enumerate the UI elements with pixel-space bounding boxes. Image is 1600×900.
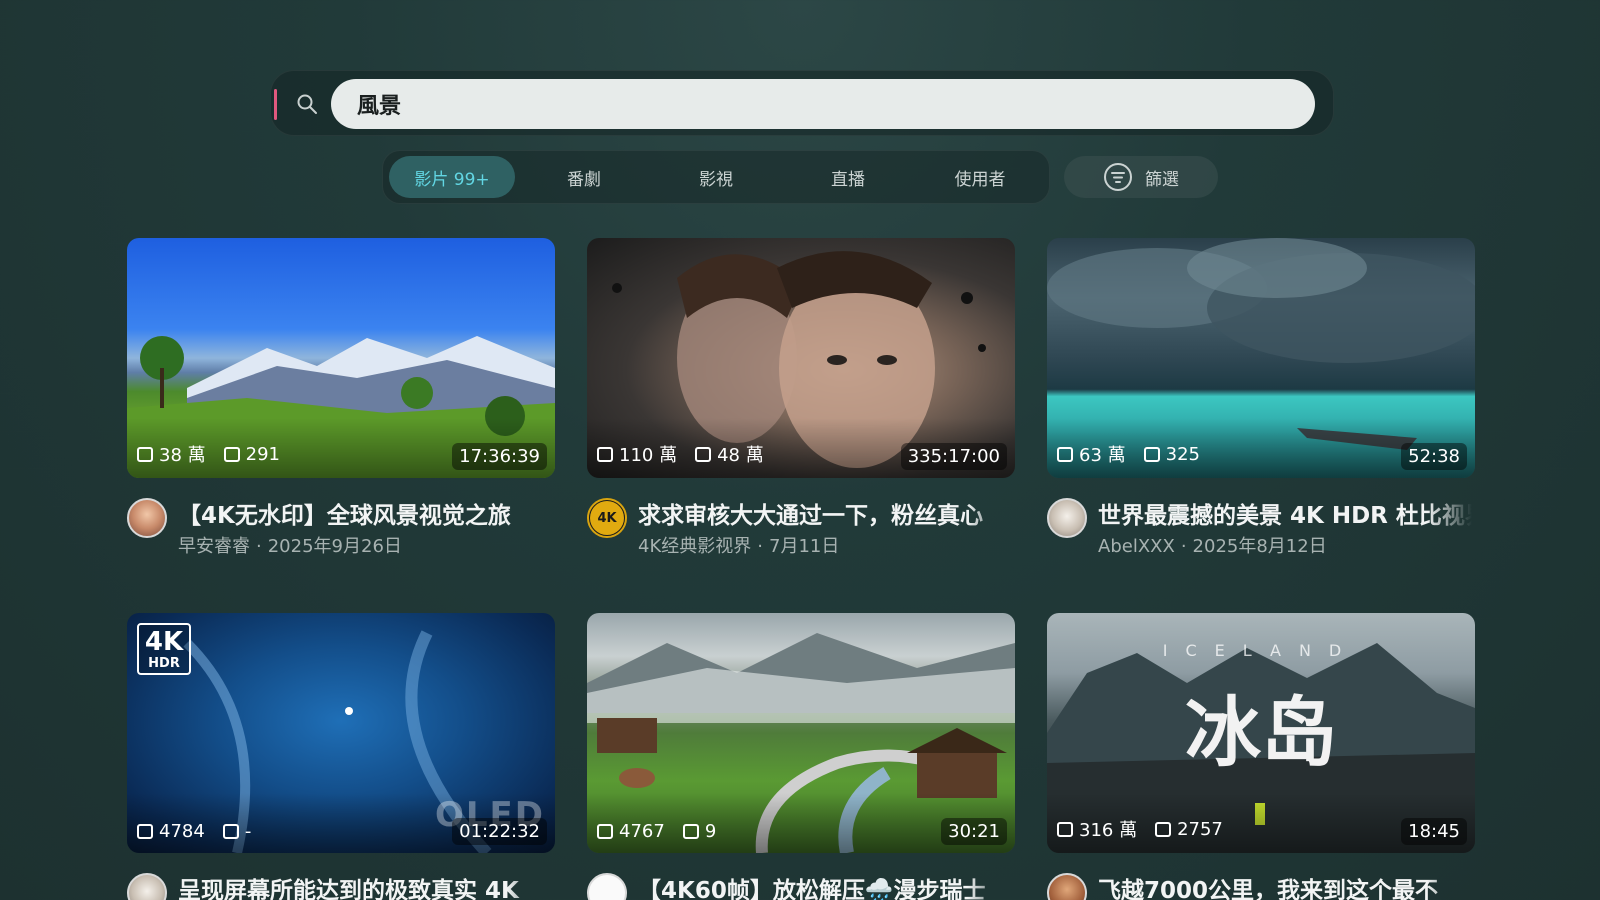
danmaku-count-icon: [223, 446, 240, 462]
danmaku-count-icon: [1155, 821, 1172, 837]
play-count-icon: [137, 446, 153, 462]
filter-label: 篩選: [1145, 169, 1179, 190]
play-count-icon: [1057, 821, 1073, 837]
search-input[interactable]: [331, 79, 1315, 129]
badge-hdr: HDR: [148, 656, 180, 671]
video-thumbnail[interactable]: 4767 9 30:21: [587, 613, 1015, 853]
danmaku-count-icon: [1143, 446, 1160, 462]
tab-movies-tv[interactable]: 影視: [653, 156, 779, 198]
separator-dot: ·: [1180, 536, 1187, 557]
video-stats: 316 萬 2757: [1057, 816, 1223, 842]
view-count: 110 萬: [619, 445, 678, 466]
video-card[interactable]: 110 萬 48 萬 335:17:00 4K 求求审核大大通过一下，粉丝真心 …: [587, 238, 1015, 558]
video-title[interactable]: 求求审核大大通过一下，粉丝真心: [638, 496, 1012, 530]
danmaku-count-icon: [695, 446, 712, 462]
video-thumbnail[interactable]: 110 萬 48 萬 335:17:00: [587, 238, 1015, 478]
uploader-avatar[interactable]: [127, 873, 167, 900]
view-count: 4784: [159, 821, 205, 842]
video-duration: 335:17:00: [900, 443, 1007, 470]
video-card[interactable]: 38 萬 291 17:36:39 【4K无水印】全球风景视觉之旅 早安睿睿 · 2…: [127, 238, 555, 558]
channel-logo-icon: 4K: [590, 501, 624, 535]
video-meta: 世界最震撼的美景 4K HDR 杜比视界 AbelXXX · 2025年8月12日: [1047, 478, 1475, 558]
video-title[interactable]: 呈现屏幕所能达到的极致真实 4K: [178, 871, 552, 900]
comment-count: 291: [245, 443, 280, 465]
video-meta: 4K 求求审核大大通过一下，粉丝真心 4K经典影视界 · 7月11日: [587, 478, 1015, 558]
video-stats: 63 萬 325: [1057, 441, 1200, 467]
separator-dot: ·: [757, 536, 763, 557]
overlay-title: 冰岛: [1185, 688, 1337, 777]
play-count-icon: [1057, 446, 1073, 462]
filter-button[interactable]: 篩選: [1064, 156, 1218, 198]
comment-count: -: [244, 821, 252, 842]
video-stats: 4784 -: [137, 821, 251, 842]
video-thumbnail[interactable]: 4K HDR OLED 4784 - 01:22:32: [127, 613, 555, 853]
video-duration: 01:22:32: [452, 818, 547, 845]
video-meta: 【4K无水印】全球风景视觉之旅 早安睿睿 · 2025年9月26日: [127, 478, 555, 558]
comment-count: 48 萬: [717, 445, 764, 466]
video-card[interactable]: ICELAND 冰岛 316 萬 2757 18:45 飞越7000公里，我来到…: [1047, 613, 1475, 900]
video-title[interactable]: 世界最震撼的美景 4K HDR 杜比视界: [1098, 496, 1472, 530]
overlay-subtitle: ICELAND: [1162, 641, 1360, 660]
tab-live[interactable]: 直播: [785, 156, 911, 198]
video-duration: 18:45: [1401, 818, 1467, 845]
play-count-icon: [597, 446, 613, 462]
view-count: 63 萬: [1079, 445, 1126, 466]
focus-indicator: [274, 89, 277, 120]
video-stats: 4767 9: [597, 821, 716, 842]
upload-date: 2025年9月26日: [267, 536, 402, 557]
video-card[interactable]: 4K HDR OLED 4784 - 01:22:32 呈现屏幕所能达到的极致真…: [127, 613, 555, 900]
uploader-name[interactable]: AbelXXX: [1098, 536, 1175, 557]
view-count: 38 萬: [159, 445, 206, 466]
video-thumbnail[interactable]: 38 萬 291 17:36:39: [127, 238, 555, 478]
video-title[interactable]: 【4K60帧】放松解压🌧️漫步瑞士: [638, 871, 1012, 900]
svg-text:4K: 4K: [597, 511, 617, 526]
video-subtitle: 早安睿睿 · 2025年9月26日: [178, 532, 402, 558]
video-card[interactable]: 63 萬 325 52:38 世界最震撼的美景 4K HDR 杜比视界 Abel…: [1047, 238, 1475, 558]
video-meta: 飞越7000公里，我来到这个最不: [1047, 853, 1475, 900]
video-thumbnail[interactable]: ICELAND 冰岛 316 萬 2757 18:45: [1047, 613, 1475, 853]
uploader-name[interactable]: 4K经典影视界: [638, 536, 751, 557]
danmaku-count-icon: [222, 824, 239, 839]
uploader-avatar[interactable]: [1047, 498, 1087, 538]
play-count-icon: [137, 824, 153, 839]
view-count: 316 萬: [1079, 820, 1138, 841]
upload-date: 2025年8月12日: [1192, 536, 1327, 557]
video-title[interactable]: 【4K无水印】全球风景视觉之旅: [178, 496, 552, 530]
video-duration: 52:38: [1401, 443, 1467, 470]
danmaku-count-icon: [682, 824, 699, 839]
play-count-icon: [597, 824, 613, 839]
upload-date: 7月11日: [769, 536, 840, 557]
comment-count: 325: [1165, 443, 1200, 465]
4k-hdr-badge: 4K HDR: [137, 623, 191, 675]
video-title[interactable]: 飞越7000公里，我来到这个最不: [1098, 871, 1472, 900]
video-duration: 17:36:39: [452, 443, 547, 470]
uploader-avatar[interactable]: [1047, 873, 1087, 900]
uploader-avatar[interactable]: 4K: [587, 498, 627, 538]
video-meta: 【4K60帧】放松解压🌧️漫步瑞士: [587, 853, 1015, 900]
video-stats: 38 萬 291: [137, 441, 280, 467]
search-bar: [270, 70, 1334, 136]
separator-dot: ·: [256, 536, 262, 557]
video-duration: 30:21: [941, 818, 1007, 845]
tab-users[interactable]: 使用者: [917, 156, 1043, 198]
tab-videos[interactable]: 影片 99+: [389, 156, 515, 198]
video-thumbnail[interactable]: 63 萬 325 52:38: [1047, 238, 1475, 478]
result-tabs: 影片 99+ 番劇 影視 直播 使用者: [382, 150, 1050, 204]
video-stats: 110 萬 48 萬: [597, 441, 764, 467]
video-subtitle: AbelXXX · 2025年8月12日: [1098, 532, 1327, 558]
video-subtitle: 4K经典影视界 · 7月11日: [638, 532, 839, 558]
comment-count: 2757: [1177, 818, 1223, 840]
uploader-name[interactable]: 早安睿睿: [178, 536, 250, 557]
tab-bangumi[interactable]: 番劇: [521, 156, 647, 198]
uploader-avatar[interactable]: [127, 498, 167, 538]
video-meta: 呈现屏幕所能达到的极致真实 4K: [127, 853, 555, 900]
badge-4k: 4K: [144, 627, 184, 657]
search-icon: [297, 94, 317, 114]
filter-icon: [1104, 163, 1132, 191]
view-count: 4767: [619, 821, 665, 842]
uploader-avatar[interactable]: [587, 873, 627, 900]
video-card[interactable]: 4767 9 30:21 【4K60帧】放松解压🌧️漫步瑞士: [587, 613, 1015, 900]
comment-count: 9: [704, 821, 717, 842]
